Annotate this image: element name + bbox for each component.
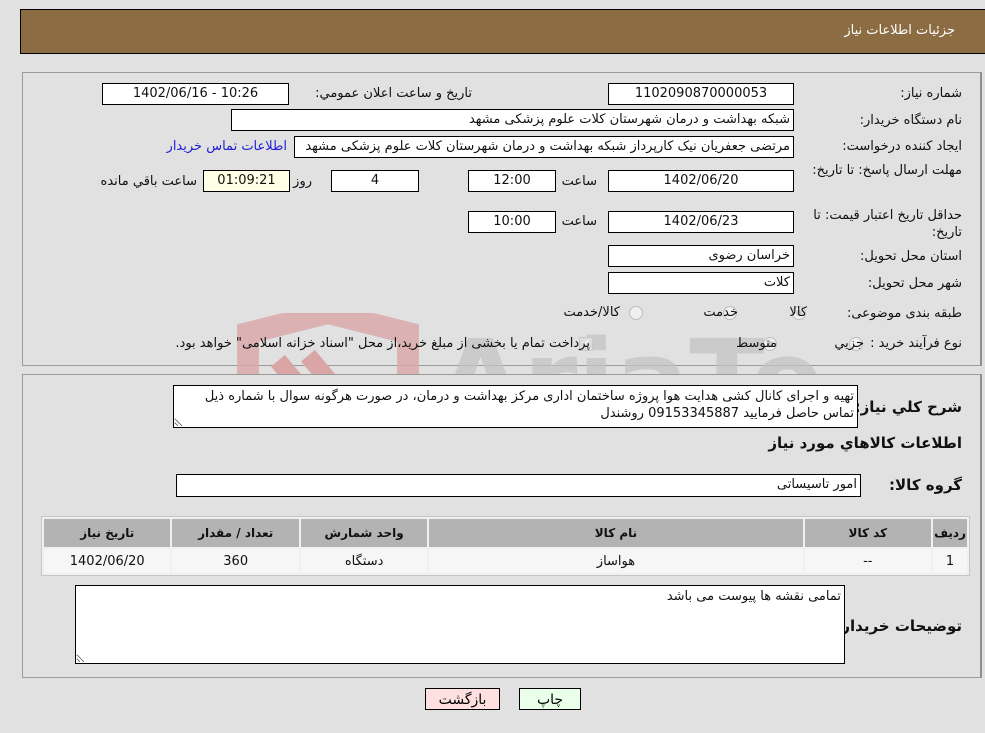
cell-code: --: [804, 549, 932, 573]
cell-unit: دستگاه: [300, 549, 428, 573]
price-validity-time-label: ساعت: [561, 214, 597, 229]
need-number-label: شماره نیاز:: [900, 86, 962, 101]
items-section-title: اطلاعات کالاهاي مورد نياز: [768, 434, 962, 452]
col-quantity: تعداد / مقدار: [172, 519, 299, 547]
price-validity-date-field[interactable]: 1402/06/23: [608, 211, 794, 233]
print-button[interactable]: چاپ: [519, 688, 581, 710]
price-validity-label: حداقل تاريخ اعتبار قيمت: تا تاریخ:: [813, 208, 962, 240]
cell-need-date: 1402/06/20: [44, 549, 171, 573]
category-radio-goods-service[interactable]: [629, 306, 643, 320]
response-time-label: ساعت: [561, 174, 597, 189]
cell-name: هواساز: [429, 549, 803, 573]
back-button[interactable]: بازگشت: [425, 688, 500, 710]
need-details-panel: شرح کلي نياز: تهیه و اجرای کانال کشی هدا…: [22, 374, 982, 678]
buyer-notes-label: توضیحات خریدار:: [835, 617, 962, 635]
province-field[interactable]: خراسان رضوی: [608, 245, 794, 267]
time-remaining-label: ساعت باقي مانده: [100, 174, 197, 189]
page-header: جزئیات اطلاعات نیاز: [20, 9, 985, 54]
buyer-contact-link[interactable]: اطلاعات تماس خريدار: [167, 139, 287, 154]
need-number-field[interactable]: 1102090870000053: [608, 83, 794, 105]
table-row: 1 -- هواساز دستگاه 360 1402/06/20: [44, 549, 967, 573]
page-title: جزئیات اطلاعات نیاز: [844, 23, 955, 38]
col-name: نام کالا: [429, 519, 803, 547]
response-date-field[interactable]: 1402/06/20: [608, 170, 794, 192]
col-row: رديف: [933, 519, 967, 547]
items-table-header: رديف کد کالا نام کالا واحد شمارش تعداد /…: [44, 519, 967, 547]
process-label: نوع فرآیند خرید :: [870, 336, 962, 351]
treasury-note: پرداخت تمام یا بخشی از مبلغ خرید،از محل …: [175, 336, 590, 351]
cell-row: 1: [933, 549, 967, 573]
requester-label: ایجاد کننده درخواست:: [842, 139, 962, 154]
category-option-service: خدمت: [703, 305, 738, 320]
col-code: کد کالا: [804, 519, 932, 547]
process-option-medium: متوسط: [736, 336, 777, 351]
process-option-minor: جزيي: [834, 336, 864, 351]
category-option-goods: کالا: [789, 305, 807, 320]
col-unit: واحد شمارش: [300, 519, 428, 547]
description-label: شرح کلي نياز:: [854, 398, 962, 416]
days-remaining-field[interactable]: 4: [331, 170, 419, 192]
items-table: رديف کد کالا نام کالا واحد شمارش تعداد /…: [41, 516, 970, 576]
response-deadline-label: مهلت ارسال پاسخ: تا تاریخ:: [812, 163, 962, 178]
time-remaining-field: 01:09:21: [203, 170, 290, 192]
response-time-field[interactable]: 12:00: [468, 170, 556, 192]
buyer-notes-textarea[interactable]: تمامی نقشه ها پیوست می باشد: [75, 585, 845, 664]
description-textarea[interactable]: تهیه و اجرای کانال کشی هدایت هوا پروژه س…: [173, 385, 858, 428]
price-validity-time-field[interactable]: 10:00: [468, 211, 556, 233]
need-info-panel: AriaTender.neT شماره نیاز: 1102090870000…: [22, 72, 982, 463]
announce-datetime-label: تاریخ و ساعت اعلان عمومي:: [315, 86, 472, 101]
city-field[interactable]: کلات: [608, 272, 794, 294]
cell-quantity: 360: [172, 549, 299, 573]
col-need-date: تاريخ نياز: [44, 519, 171, 547]
buyer-org-field[interactable]: شبکه بهداشت و درمان شهرستان کلات علوم پز…: [231, 109, 794, 131]
buyer-org-label: نام دستگاه خريدار:: [859, 113, 962, 128]
goods-group-label: گروه کالا:: [889, 476, 962, 494]
category-option-goods-service: کالا/خدمت: [563, 305, 620, 320]
city-label: شهر محل تحویل:: [867, 276, 962, 291]
province-label: استان محل تحویل:: [860, 249, 962, 264]
category-label: طبقه بندی موضوعی:: [846, 306, 962, 321]
requester-field[interactable]: مرتضی جعفریان نیک کارپرداز شبکه بهداشت و…: [294, 136, 794, 158]
goods-group-field[interactable]: امور تاسیساتی: [176, 474, 861, 497]
announce-datetime-field[interactable]: 1402/06/16 - 10:26: [102, 83, 289, 105]
